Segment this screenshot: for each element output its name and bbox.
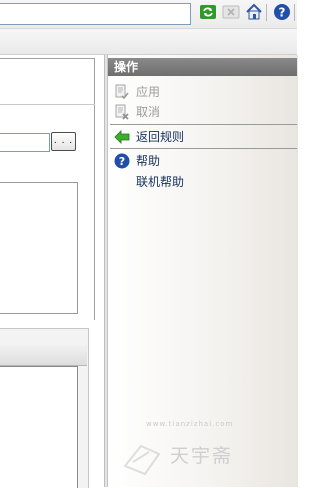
cancel-action[interactable]: 取消: [114, 103, 160, 121]
help-icon[interactable]: ?: [273, 3, 291, 21]
svg-text:?: ?: [279, 6, 286, 20]
apply-action[interactable]: 应用: [114, 83, 160, 101]
cancel-label: 取消: [136, 105, 161, 119]
actions-separator: [110, 124, 297, 125]
online-help-label: 联机帮助: [136, 175, 185, 189]
apply-icon: [114, 84, 130, 100]
back-to-rules-action[interactable]: 返回规则: [114, 128, 184, 146]
divider: [0, 104, 95, 105]
apply-label: 应用: [136, 85, 161, 99]
cancel-icon: [114, 104, 130, 120]
home-icon[interactable]: [245, 3, 263, 21]
help-icon: ?: [114, 153, 130, 169]
watermark-url: www.tianzizhai.com: [146, 420, 234, 428]
help-action[interactable]: ? 帮助: [114, 152, 160, 170]
list-header: [0, 345, 87, 366]
back-arrow-icon: [114, 129, 130, 145]
svg-text:?: ?: [119, 155, 125, 168]
toolbar-separator: [266, 4, 267, 21]
back-to-rules-label: 返回规则: [136, 130, 185, 144]
online-help-action[interactable]: 联机帮助: [114, 173, 184, 191]
list-box[interactable]: [0, 366, 78, 488]
actions-separator: [110, 148, 297, 149]
blank-icon-space: [114, 174, 130, 190]
help-label: 帮助: [136, 154, 161, 168]
address-field[interactable]: [0, 3, 191, 25]
refresh-icon[interactable]: [199, 3, 217, 21]
browser-toolbar: ?: [0, 0, 297, 29]
stop-icon[interactable]: [222, 3, 240, 21]
browse-button[interactable]: . . .: [51, 132, 76, 151]
actions-header: 操作: [108, 58, 297, 76]
watermark-text: 天宇斋: [170, 445, 234, 467]
text-area[interactable]: [0, 182, 78, 314]
menu-bar: [0, 29, 297, 55]
toolbar-separator: [294, 4, 295, 21]
path-input[interactable]: [0, 133, 50, 152]
group-border: [0, 58, 95, 59]
group-border: [94, 58, 95, 320]
